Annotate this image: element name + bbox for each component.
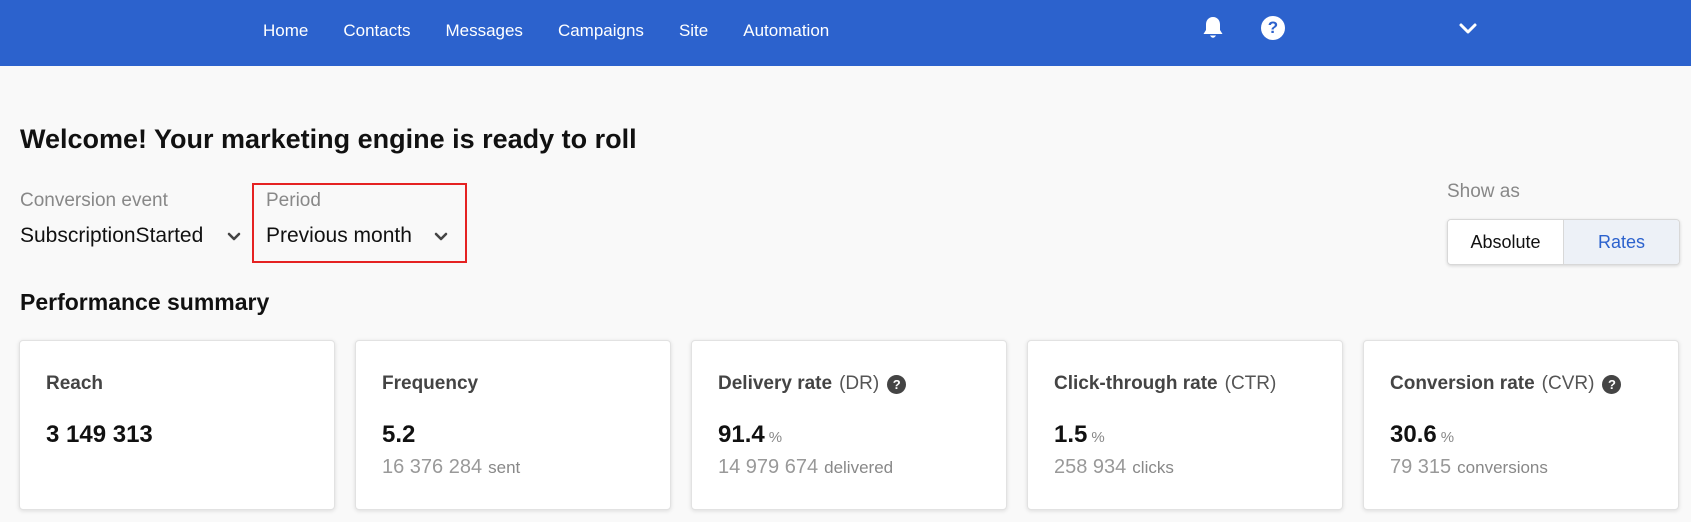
card-value-unit: % [1091,429,1105,446]
show-as-label: Show as [1447,181,1520,202]
period-select[interactable]: Previous month [266,224,412,248]
conversion-event-select[interactable]: SubscriptionStarted [20,224,203,248]
card-title-text: Delivery rate [718,373,833,394]
card-title-text: Reach [46,373,104,394]
nav-item-campaigns[interactable]: Campaigns [558,21,644,41]
card-value-unit: % [768,429,783,446]
card-value: 5.2 [382,421,415,449]
card-title-abbr: (CVR) [1541,373,1595,394]
card-value: 91.4% [718,421,782,449]
card-title: Delivery rate (DR) ? [718,373,907,395]
card-sub-unit: sent [488,458,521,477]
card-sub-value: 16 376 284 [382,456,483,478]
bell-icon[interactable] [1200,15,1226,41]
card-sub: 14 979 674 delivered [718,456,893,479]
help-icon[interactable]: ? [1260,15,1286,41]
card-value-number: 3 149 313 [46,421,153,448]
card-value-number: 91.4 [718,421,765,448]
metric-card-conversion-rate: Conversion rate (CVR) ? 30.6% 79 315 conv… [1363,340,1679,510]
metric-card-reach: Reach 3 149 313 [19,340,335,510]
top-navigation-bar: Home Contacts Messages Campaigns Site Au… [0,0,1691,66]
nav-item-contacts[interactable]: Contacts [343,21,410,41]
card-title: Reach [46,373,103,395]
metric-card-click-through-rate: Click-through rate (CTR) 1.5% 258 934 cli… [1027,340,1343,510]
card-value-unit: % [1440,429,1455,446]
card-title: Conversion rate (CVR) ? [1390,373,1622,395]
chevron-down-icon[interactable] [433,231,449,243]
metric-card-delivery-rate: Delivery rate (DR) ? 91.4% 14 979 674 del… [691,340,1007,510]
question-circle-icon: ? [1261,16,1285,40]
card-sub-value: 14 979 674 [718,456,819,478]
card-sub-unit: delivered [824,458,894,477]
card-value-number: 30.6 [1390,421,1437,448]
nav-item-home[interactable]: Home [263,21,308,41]
card-value: 3 149 313 [46,421,153,449]
chevron-down-icon[interactable] [226,231,242,243]
nav-item-messages[interactable]: Messages [445,21,522,41]
nav-item-automation[interactable]: Automation [743,21,829,41]
card-title: Frequency [382,373,478,395]
card-title: Click-through rate (CTR) [1054,373,1276,395]
show-as-toggle: Absolute Rates [1447,219,1680,265]
metric-card-frequency: Frequency 5.2 16 376 284 sent [355,340,671,510]
card-title-abbr: (DR) [839,373,880,394]
card-sub: 258 934 clicks [1054,456,1174,479]
card-value-number: 1.5 [1054,421,1088,448]
card-sub: 16 376 284 sent [382,456,520,479]
card-title-text: Click-through rate [1054,373,1218,394]
main-nav: Home Contacts Messages Campaigns Site Au… [263,0,864,62]
card-sub: 79 315 conversions [1390,456,1548,479]
performance-summary-title: Performance summary [20,289,270,315]
card-value: 30.6% [1390,421,1454,449]
card-sub-unit: conversions [1457,458,1548,477]
conversion-event-label: Conversion event [20,190,168,211]
card-sub-value: 258 934 [1054,456,1127,478]
question-circle-icon[interactable]: ? [887,374,907,394]
card-title-text: Frequency [382,373,479,394]
card-title-text: Conversion rate [1390,373,1535,394]
question-circle-icon[interactable]: ? [1602,374,1622,394]
nav-item-site[interactable]: Site [679,21,708,41]
show-as-absolute-button[interactable]: Absolute [1448,220,1564,264]
page-title: Welcome! Your marketing engine is ready … [20,124,637,154]
card-value-number: 5.2 [382,421,416,448]
chevron-down-icon[interactable] [1458,22,1478,36]
card-value: 1.5% [1054,421,1105,449]
period-label: Period [266,190,321,211]
card-sub-unit: clicks [1132,458,1174,477]
show-as-rates-button[interactable]: Rates [1564,220,1679,264]
card-title-abbr: (CTR) [1224,373,1277,394]
card-sub-value: 79 315 [1390,456,1452,478]
